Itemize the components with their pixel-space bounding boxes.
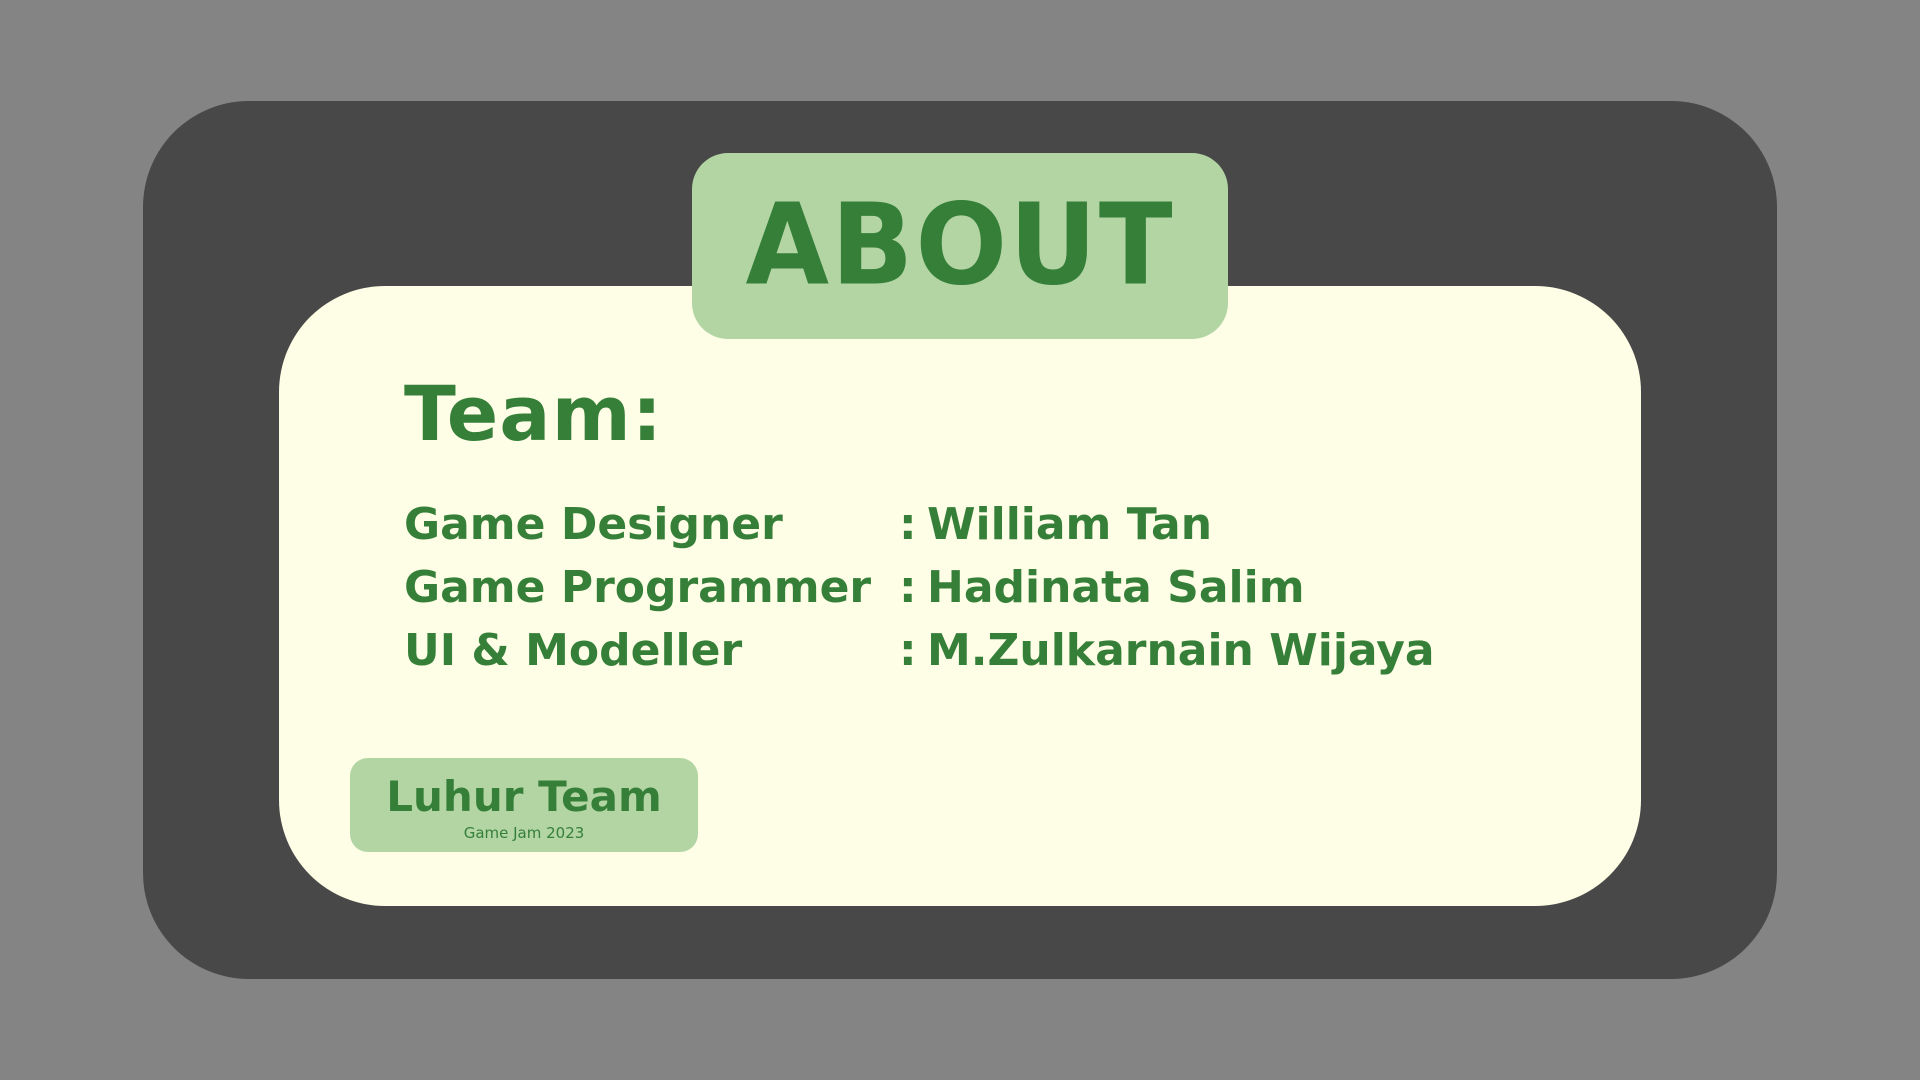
team-separator: :: [899, 625, 917, 676]
team-separator: :: [899, 562, 917, 613]
team-role: Game Designer: [404, 499, 783, 550]
team-heading: Team:: [404, 369, 664, 458]
team-badge: Luhur Team Game Jam 2023: [350, 758, 698, 852]
team-row-game-programmer: Game Programmer : Hadinata Salim: [404, 556, 1504, 619]
badge-title: Luhur Team: [386, 771, 662, 821]
team-member-name: M.Zulkarnain Wijaya: [927, 625, 1435, 676]
page-title: ABOUT: [745, 180, 1175, 311]
team-list: Game Designer : William Tan Game Program…: [404, 493, 1504, 682]
team-role: Game Programmer: [404, 562, 872, 613]
badge-subtitle: Game Jam 2023: [463, 823, 585, 842]
team-row-game-designer: Game Designer : William Tan: [404, 493, 1504, 556]
team-role: UI & Modeller: [404, 625, 743, 676]
team-member-name: William Tan: [927, 499, 1213, 550]
team-member-name: Hadinata Salim: [927, 562, 1305, 613]
about-title-tab: ABOUT: [692, 153, 1228, 339]
team-row-ui-modeller: UI & Modeller : M.Zulkarnain Wijaya: [404, 619, 1504, 682]
team-separator: :: [899, 499, 917, 550]
